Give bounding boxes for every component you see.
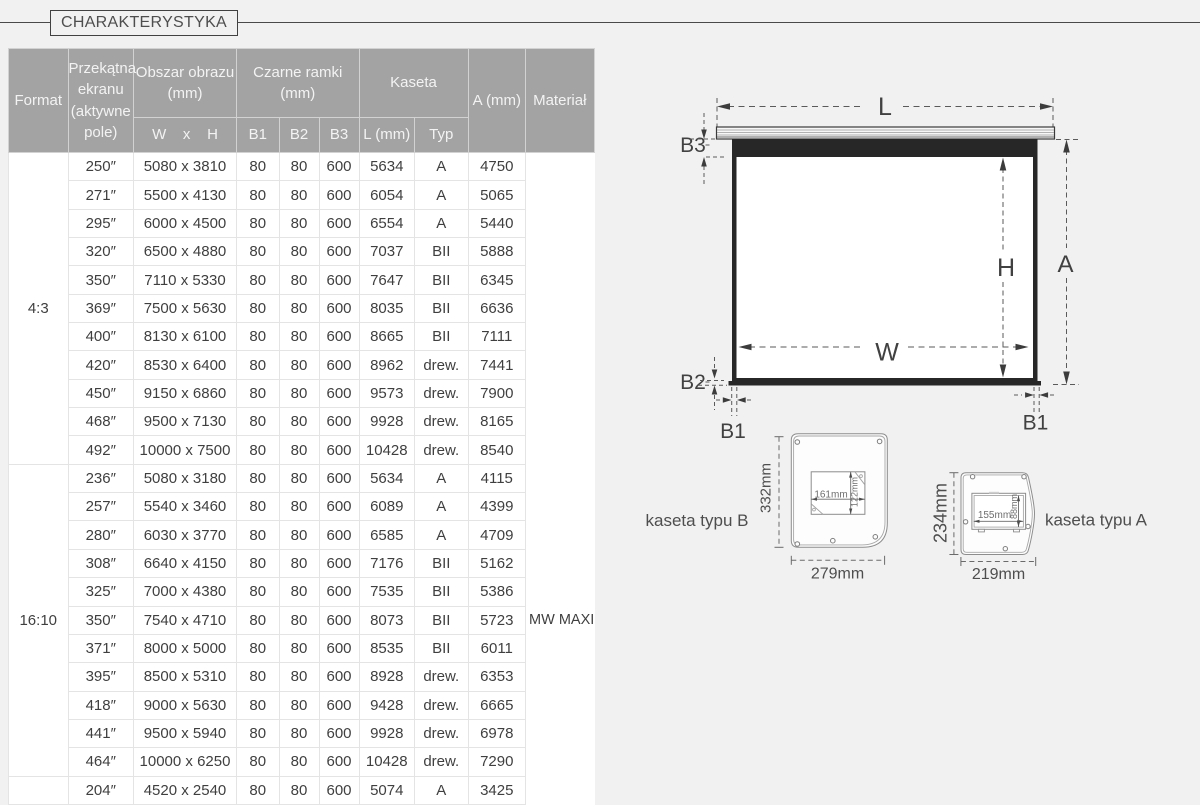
svg-text:219mm: 219mm xyxy=(972,566,1025,583)
svg-text:B1: B1 xyxy=(1023,412,1049,435)
svg-text:A: A xyxy=(1057,251,1073,278)
svg-text:kaseta typu A: kaseta typu A xyxy=(1045,511,1148,530)
svg-text:122mm: 122mm xyxy=(850,477,860,507)
svg-text:88mm: 88mm xyxy=(1009,494,1019,519)
svg-text:234mm: 234mm xyxy=(931,483,951,543)
svg-text:B2: B2 xyxy=(680,371,706,394)
svg-text:155mm: 155mm xyxy=(978,510,1011,521)
svg-text:B1: B1 xyxy=(720,420,746,443)
svg-text:L: L xyxy=(878,93,892,121)
svg-text:279mm: 279mm xyxy=(811,566,864,583)
svg-text:kaseta typu B: kaseta typu B xyxy=(645,511,748,530)
svg-text:W: W xyxy=(875,339,899,367)
svg-text:H: H xyxy=(997,254,1015,282)
svg-text:161mm: 161mm xyxy=(814,490,847,501)
svg-text:332mm: 332mm xyxy=(758,463,775,513)
svg-text:B3: B3 xyxy=(680,134,706,157)
